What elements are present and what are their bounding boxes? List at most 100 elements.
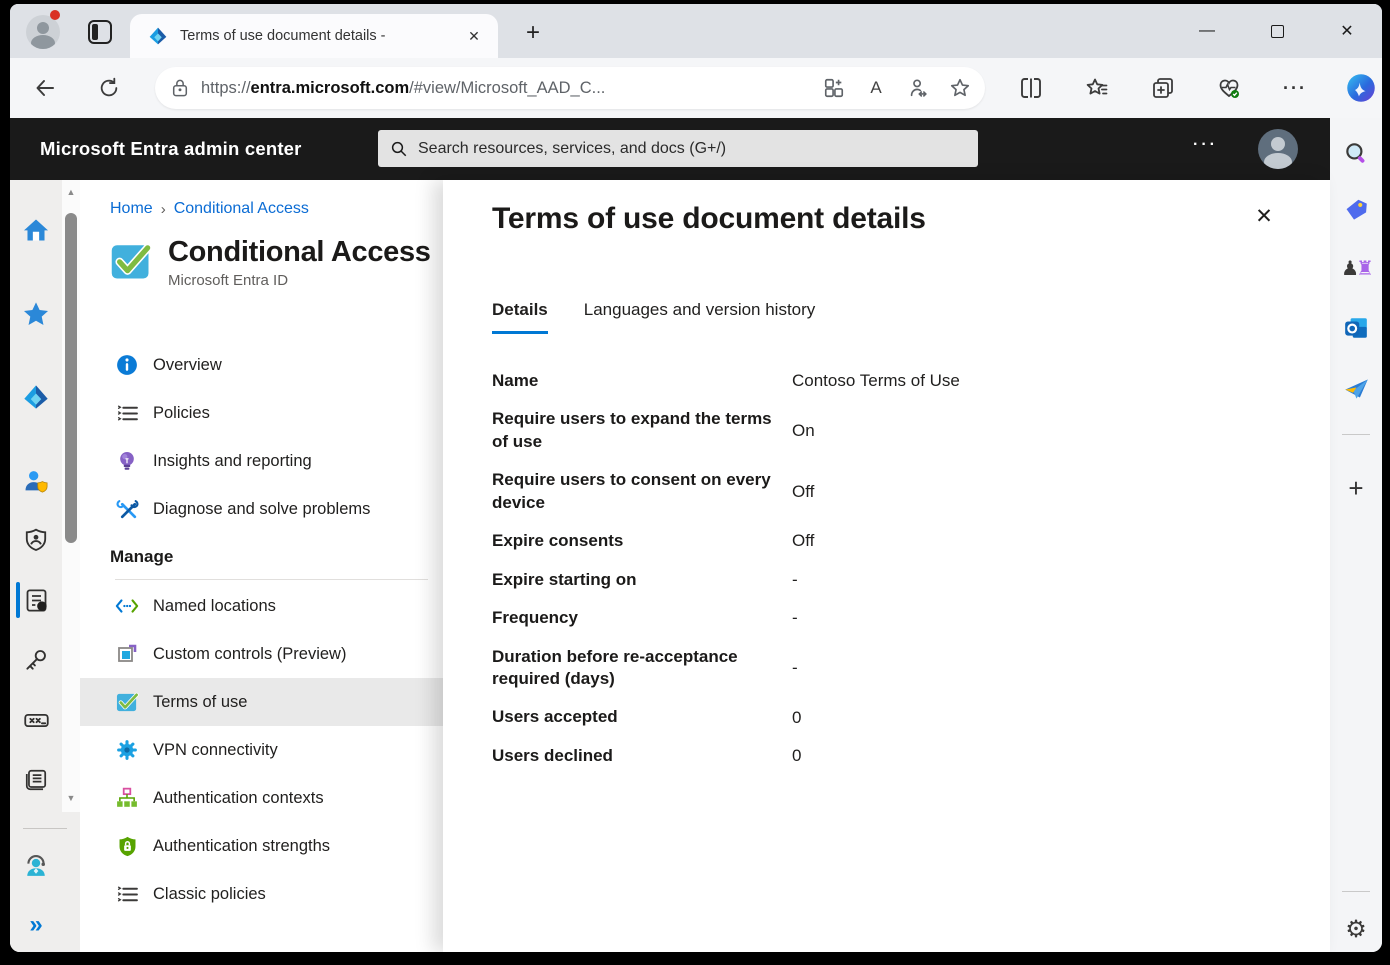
maximize-button[interactable] <box>1242 4 1312 58</box>
docs-icon[interactable] <box>10 760 62 800</box>
browser-tab[interactable]: Terms of use document details - ✕ <box>130 14 498 58</box>
support-icon[interactable] <box>10 846 62 886</box>
search-icon <box>390 140 408 158</box>
nav-item-authentication-contexts[interactable]: Authentication contexts <box>80 774 443 822</box>
nav-item-overview[interactable]: Overview <box>80 341 443 389</box>
panel-close-icon[interactable]: ✕ <box>1250 202 1278 230</box>
tab-details[interactable]: Details <box>492 300 548 334</box>
rail-divider <box>23 828 67 829</box>
url-text[interactable]: https://entra.microsoft.com/#view/Micros… <box>201 79 817 98</box>
close-window-button[interactable]: ✕ <box>1312 4 1382 58</box>
nav-item-insights[interactable]: Insights and reporting <box>80 437 443 485</box>
nav-item-label: Authentication contexts <box>153 789 324 808</box>
new-tab-button[interactable]: + <box>516 18 550 48</box>
manage-divider <box>115 579 428 580</box>
terms-of-use-icon <box>115 690 139 714</box>
scroll-up-icon[interactable]: ▲ <box>62 186 80 198</box>
favorite-star-icon[interactable] <box>943 71 977 105</box>
nav-scrollbar[interactable]: ▲ ▼ <box>62 180 80 812</box>
account-avatar[interactable] <box>1258 129 1298 169</box>
copilot-icon[interactable] <box>1344 71 1378 105</box>
back-icon[interactable] <box>28 71 62 105</box>
field-label: Duration before re-acceptance required (… <box>492 646 776 691</box>
entra-favicon-icon <box>148 26 168 46</box>
breadcrumb-separator-icon: › <box>161 201 166 218</box>
browser-essentials-icon[interactable] <box>1212 71 1246 105</box>
sidebar-drop-icon[interactable] <box>1330 370 1382 406</box>
field-row: Duration before re-acceptance required (… <box>492 646 1280 691</box>
nav-list: Overview Policies <box>80 341 443 533</box>
header-more-icon[interactable]: ··· <box>1193 136 1218 154</box>
nav-item-label: Overview <box>153 356 222 375</box>
scroll-down-icon[interactable]: ▼ <box>62 792 80 804</box>
field-value: On <box>792 421 1280 441</box>
profile-switch-icon[interactable] <box>901 71 935 105</box>
protected-users-icon[interactable] <box>10 461 62 501</box>
password-reset-icon[interactable] <box>10 700 62 740</box>
field-row: Expire starting on - <box>492 569 1280 591</box>
field-value: - <box>792 570 1280 590</box>
sidebar-shopping-icon[interactable] <box>1330 191 1382 227</box>
sidebar-search-icon[interactable] <box>1330 135 1382 171</box>
url-scheme: https:// <box>201 79 251 97</box>
nav-item-terms-of-use[interactable]: Terms of use <box>80 678 443 726</box>
tab-close-icon[interactable]: ✕ <box>462 24 486 48</box>
apps-grid-icon[interactable] <box>817 71 851 105</box>
app-title: Microsoft Entra admin center <box>40 138 302 160</box>
field-value: - <box>792 658 1280 678</box>
conditional-access-icon[interactable] <box>10 580 62 620</box>
browser-toolbar: https://entra.microsoft.com/#view/Micros… <box>10 58 1382 118</box>
field-label: Frequency <box>492 607 776 629</box>
nav-item-named-locations[interactable]: Named locations <box>80 582 443 630</box>
vpn-gear-icon <box>115 738 139 762</box>
field-label: Expire consents <box>492 530 776 552</box>
sidebar-divider <box>1342 434 1370 435</box>
sidebar-settings-gear-icon[interactable]: ⚙ <box>1330 911 1382 947</box>
details-fields: Name Contoso Terms of Use Require users … <box>492 370 1280 767</box>
read-aloud-icon[interactable]: A <box>859 71 893 105</box>
field-row: Expire consents Off <box>492 530 1280 552</box>
browser-profile-avatar[interactable] <box>26 15 60 49</box>
split-screen-icon[interactable] <box>1014 71 1048 105</box>
nav-item-policies[interactable]: Policies <box>80 389 443 437</box>
tab-languages-version-history[interactable]: Languages and version history <box>584 300 816 334</box>
lock-icon[interactable] <box>171 78 189 98</box>
minimize-button[interactable]: — <box>1172 4 1242 58</box>
scrollbar-thumb[interactable] <box>65 213 77 543</box>
nav-item-custom-controls[interactable]: Custom controls (Preview) <box>80 630 443 678</box>
field-row: Require users to consent on every device… <box>492 469 1280 514</box>
favorites-hub-icon[interactable] <box>1080 71 1114 105</box>
expand-rail-icon[interactable]: » <box>10 905 62 945</box>
breadcrumb-current-link[interactable]: Conditional Access <box>174 200 309 218</box>
search-placeholder: Search resources, services, and docs (G+… <box>418 140 726 158</box>
address-bar[interactable]: https://entra.microsoft.com/#view/Micros… <box>155 67 985 109</box>
field-value: Contoso Terms of Use <box>792 371 1280 391</box>
sidebar-outlook-icon[interactable] <box>1330 310 1382 346</box>
nav-item-authentication-strengths[interactable]: Authentication strengths <box>80 822 443 870</box>
breadcrumb-home-link[interactable]: Home <box>110 200 153 218</box>
sidebar-divider-bottom <box>1342 891 1370 892</box>
edge-sidebar: ♟♜ + <box>1330 118 1382 952</box>
nav-item-label: VPN connectivity <box>153 741 278 760</box>
id-protection-icon[interactable] <box>10 520 62 560</box>
tab-strip: Terms of use document details - ✕ + — ✕ <box>10 4 1382 58</box>
field-row: Require users to expand the terms of use… <box>492 408 1280 453</box>
entra-id-icon[interactable] <box>10 377 62 417</box>
refresh-icon[interactable] <box>92 71 126 105</box>
global-search-input[interactable]: Search resources, services, and docs (G+… <box>378 130 978 167</box>
nav-item-vpn-connectivity[interactable]: VPN connectivity <box>80 726 443 774</box>
sidebar-add-icon[interactable]: + <box>1330 470 1382 506</box>
collections-icon[interactable] <box>1146 71 1180 105</box>
org-chart-icon <box>115 786 139 810</box>
auth-methods-key-icon[interactable] <box>10 640 62 680</box>
field-label: Require users to expand the terms of use <box>492 408 776 453</box>
toolbar-more-icon[interactable]: ··· <box>1278 71 1312 105</box>
home-icon[interactable] <box>10 210 62 250</box>
sidebar-games-icon[interactable]: ♟♜ <box>1330 250 1382 286</box>
favorites-star-icon[interactable] <box>10 294 62 334</box>
nav-item-classic-policies[interactable]: Classic policies <box>80 870 443 918</box>
profile-notification-dot <box>50 10 60 20</box>
nav-item-diagnose[interactable]: Diagnose and solve problems <box>80 485 443 533</box>
tab-layout-icon[interactable] <box>88 20 112 44</box>
field-value: Off <box>792 531 1280 551</box>
